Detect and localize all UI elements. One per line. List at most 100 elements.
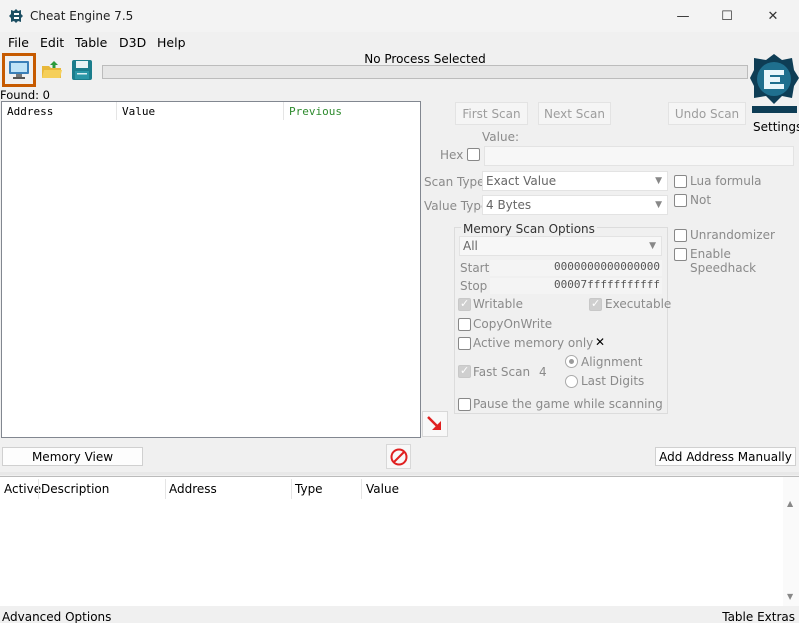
scan-results-list[interactable]: Address Value Previous — [1, 101, 421, 438]
found-count: Found: 0 — [0, 88, 50, 102]
status-bar: Advanced Options Table Extras — [0, 606, 799, 623]
column-value[interactable]: Value — [122, 105, 155, 118]
writable-checkbox[interactable] — [458, 297, 471, 311]
stop-address-field[interactable]: 00007fffffffffff — [490, 278, 662, 294]
active-memory-checkbox[interactable] — [458, 337, 471, 350]
add-to-list-button[interactable] — [422, 411, 448, 437]
minimize-button[interactable]: — — [660, 0, 706, 32]
save-button[interactable] — [67, 55, 97, 85]
speedhack-label: Enable Speedhack — [690, 247, 757, 275]
cheat-engine-window: Cheat Engine 7.5 — ☐ ✕ File Edit Table D… — [0, 0, 799, 623]
cheat-engine-logo-icon — [750, 54, 799, 113]
select-process-button[interactable] — [2, 53, 36, 87]
start-label: Start — [460, 261, 490, 275]
column-value[interactable]: Value — [366, 482, 399, 496]
add-address-manually-button[interactable]: Add Address Manually — [655, 447, 796, 466]
alignment-label: Alignment — [581, 355, 643, 369]
hex-checkbox[interactable] — [467, 148, 480, 161]
column-separator — [291, 479, 292, 499]
memory-view-button[interactable]: Memory View — [2, 447, 143, 466]
scroll-up-icon[interactable]: ▲ — [787, 499, 793, 508]
scan-type-value: Exact Value — [486, 174, 557, 188]
menu-table[interactable]: Table — [75, 35, 107, 50]
value-type-label: Value Type — [424, 199, 489, 213]
table-extras-button[interactable]: Table Extras — [722, 610, 795, 623]
red-arrow-icon — [427, 416, 441, 430]
column-description[interactable]: Description — [41, 482, 109, 496]
column-separator — [361, 479, 362, 499]
value-type-select[interactable]: 4 Bytes ▼ — [482, 195, 668, 215]
address-list[interactable]: Active Description Address Type Value ▲ … — [0, 476, 799, 607]
first-scan-button[interactable]: First Scan — [455, 102, 528, 125]
monitor-icon — [9, 61, 29, 79]
pause-game-checkbox[interactable] — [458, 398, 471, 411]
no-entry-icon — [390, 448, 407, 465]
scroll-down-icon[interactable]: ▼ — [787, 592, 793, 601]
menu-edit[interactable]: Edit — [40, 35, 64, 50]
maximize-icon: ☐ — [721, 8, 733, 24]
save-icon — [72, 60, 92, 80]
title-bar: Cheat Engine 7.5 — ☐ ✕ — [0, 0, 799, 32]
memory-region-select[interactable]: All ▼ — [459, 236, 662, 256]
column-separator — [283, 102, 284, 120]
fast-scan-label: Fast Scan — [473, 365, 531, 379]
splitter[interactable] — [0, 472, 799, 475]
open-folder-icon — [42, 61, 62, 78]
open-file-button[interactable] — [37, 55, 67, 85]
undo-scan-button[interactable]: Undo Scan — [668, 102, 746, 125]
column-address[interactable]: Address — [7, 105, 53, 118]
lua-formula-label: Lua formula — [690, 174, 762, 188]
chevron-down-icon: ▼ — [649, 241, 656, 251]
active-memory-label: Active memory only — [473, 336, 594, 350]
chevron-down-icon: ▼ — [655, 200, 662, 210]
fast-scan-value[interactable]: 4 — [539, 365, 547, 379]
value-input[interactable] — [484, 146, 794, 166]
memory-region-value: All — [463, 239, 478, 253]
settings-label: Settings — [753, 120, 799, 134]
menu-bar: File Edit Table D3D Help — [0, 32, 799, 52]
copy-on-write-label: CopyOnWrite — [473, 317, 553, 331]
advanced-options-button[interactable]: Advanced Options — [2, 610, 111, 623]
executable-checkbox[interactable] — [589, 297, 602, 311]
close-icon: ✕ — [767, 8, 779, 24]
column-active[interactable]: Active — [4, 482, 41, 496]
column-address[interactable]: Address — [169, 482, 217, 496]
unrandomizer-checkbox[interactable] — [674, 229, 687, 242]
pause-game-label: Pause the game while scanning — [473, 397, 663, 411]
writable-label: Writable — [473, 297, 523, 311]
fast-scan-checkbox[interactable] — [458, 364, 471, 378]
process-label: No Process Selected — [364, 52, 486, 66]
stop-button[interactable] — [386, 444, 411, 469]
alignment-radio[interactable] — [565, 355, 578, 368]
menu-help[interactable]: Help — [157, 35, 186, 50]
column-separator — [165, 479, 166, 499]
column-separator — [116, 102, 117, 120]
unrandomizer-label: Unrandomizer — [690, 228, 775, 242]
not-checkbox[interactable] — [674, 194, 687, 207]
close-button[interactable]: ✕ — [750, 0, 796, 32]
cheat-engine-app-icon — [9, 9, 23, 23]
close-icon[interactable]: ✕ — [595, 335, 605, 349]
last-digits-radio[interactable] — [565, 375, 578, 388]
minimize-icon: — — [676, 8, 690, 24]
column-type[interactable]: Type — [295, 482, 323, 496]
scan-progress-bar — [102, 65, 748, 79]
copy-on-write-checkbox[interactable] — [458, 318, 471, 331]
menu-d3d[interactable]: D3D — [119, 35, 146, 50]
maximize-button[interactable]: ☐ — [704, 0, 750, 32]
vertical-scrollbar[interactable]: ▲ ▼ — [783, 477, 799, 607]
chevron-down-icon: ▼ — [655, 176, 662, 186]
menu-file[interactable]: File — [8, 35, 29, 50]
memory-scan-options-title: Memory Scan Options — [461, 222, 597, 236]
cheat-engine-logo[interactable]: Settings — [750, 50, 799, 134]
speedhack-checkbox[interactable] — [674, 248, 687, 261]
scan-type-select[interactable]: Exact Value ▼ — [482, 171, 668, 191]
start-address-field[interactable]: 0000000000000000 — [490, 260, 662, 276]
value-type-value: 4 Bytes — [486, 198, 532, 212]
value-label: Value: — [482, 130, 519, 144]
lua-formula-checkbox[interactable] — [674, 175, 687, 188]
column-previous[interactable]: Previous — [289, 105, 342, 118]
next-scan-button[interactable]: Next Scan — [538, 102, 611, 125]
window-title: Cheat Engine 7.5 — [30, 9, 134, 23]
scan-type-label: Scan Type — [424, 175, 485, 189]
